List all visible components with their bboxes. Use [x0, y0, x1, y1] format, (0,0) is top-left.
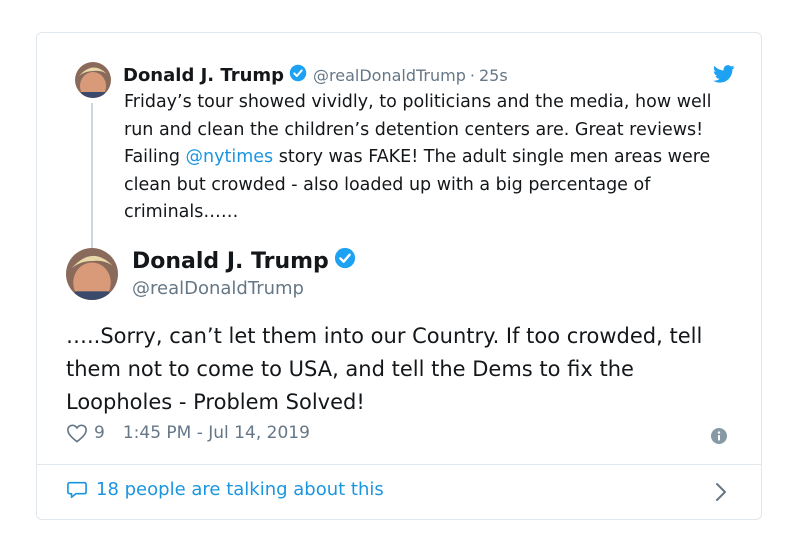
parent-tweet-header: Donald J. Trump @realDonaldTrump · 25s	[123, 62, 508, 88]
chevron-right-icon[interactable]	[715, 482, 727, 506]
tweet-timestamp[interactable]: 1:45 PM - Jul 14, 2019	[123, 423, 310, 443]
parent-tweet-text: Friday’s tour showed vividly, to politic…	[124, 89, 724, 227]
tweet-meta-row: 9 1:45 PM - Jul 14, 2019	[66, 423, 310, 443]
footer-divider	[37, 464, 761, 465]
parent-timestamp[interactable]: 25s	[479, 66, 508, 85]
speech-bubble-icon	[66, 480, 88, 500]
twitter-bird-icon[interactable]	[713, 65, 735, 87]
embedded-tweet-card: Donald J. Trump @realDonaldTrump · 25s F…	[36, 32, 762, 520]
info-icon[interactable]	[711, 428, 727, 448]
conversation-link[interactable]: 18 people are talking about this	[66, 479, 384, 500]
like-count[interactable]: 9	[94, 423, 105, 443]
verified-badge-icon	[289, 64, 307, 86]
mention-link[interactable]: @nytimes	[186, 147, 274, 167]
main-author-name[interactable]: Donald J. Trump	[132, 249, 329, 274]
thread-connector-line	[91, 103, 93, 253]
parent-avatar[interactable]	[75, 62, 111, 98]
separator-dot: ·	[469, 65, 475, 85]
parent-author-handle[interactable]: @realDonaldTrump	[313, 66, 466, 85]
main-tweet-text: …..Sorry, can’t let them into our Countr…	[66, 324, 703, 414]
parent-author-name[interactable]: Donald J. Trump	[123, 65, 284, 86]
main-author-handle[interactable]: @realDonaldTrump	[132, 278, 356, 299]
main-avatar[interactable]	[66, 248, 118, 300]
conversation-count-text[interactable]: 18 people are talking about this	[96, 479, 384, 500]
verified-badge-icon	[334, 247, 356, 275]
main-tweet-header: Donald J. Trump @realDonaldTrump	[132, 247, 356, 299]
heart-icon[interactable]	[66, 423, 88, 443]
